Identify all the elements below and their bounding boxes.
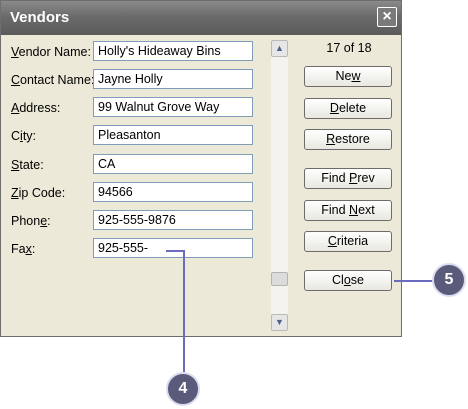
callout-5-line <box>394 280 434 282</box>
fax-field[interactable] <box>93 238 253 258</box>
zip-code-label: Zip Code: <box>11 186 66 200</box>
scroll-up-button[interactable]: ▲ <box>271 40 288 57</box>
address-field[interactable] <box>93 97 253 117</box>
callout-4-line-horizontal <box>166 250 184 252</box>
window-title: Vendors <box>10 9 70 26</box>
close-icon: × <box>382 8 392 25</box>
delete-button[interactable]: Delete <box>304 98 392 119</box>
callout-4-line-vertical <box>183 250 185 372</box>
vendors-dialog: Vendors × Vendor Name: Contact Name: Add… <box>0 0 402 337</box>
phone-label: Phone: <box>11 214 51 228</box>
new-button[interactable]: New <box>304 66 392 87</box>
close-button[interactable]: Close <box>304 270 392 291</box>
criteria-button[interactable]: Criteria <box>304 231 392 252</box>
record-scrollbar[interactable]: ▲ ▼ <box>271 40 288 331</box>
vendor-name-field[interactable] <box>93 41 253 61</box>
callout-4-badge: 4 <box>166 372 200 406</box>
state-label: State: <box>11 158 44 172</box>
scroll-thumb[interactable] <box>271 272 288 286</box>
zip-code-field[interactable] <box>93 182 253 202</box>
scroll-down-button[interactable]: ▼ <box>271 314 288 331</box>
record-counter: 17 of 18 <box>326 41 372 55</box>
vendor-name-label: Vendor Name: <box>11 45 91 59</box>
chevron-down-icon: ▼ <box>275 317 284 327</box>
address-label: Address: <box>11 101 61 115</box>
fax-label: Fax: <box>11 242 36 256</box>
title-bar[interactable]: Vendors × <box>1 1 401 35</box>
find-prev-button[interactable]: Find Prev <box>304 168 392 189</box>
phone-field[interactable] <box>93 210 253 230</box>
chevron-up-icon: ▲ <box>275 43 284 53</box>
contact-name-field[interactable] <box>93 69 253 89</box>
find-next-button[interactable]: Find Next <box>304 200 392 221</box>
city-label: City: <box>11 129 37 143</box>
close-window-button[interactable]: × <box>377 7 397 27</box>
city-field[interactable] <box>93 125 253 145</box>
callout-5-badge: 5 <box>432 263 466 297</box>
contact-name-label: Contact Name: <box>11 73 95 87</box>
restore-button[interactable]: Restore <box>304 129 392 150</box>
dialog-body: Vendor Name: Contact Name: Address: City… <box>6 36 396 332</box>
state-field[interactable] <box>93 154 253 174</box>
